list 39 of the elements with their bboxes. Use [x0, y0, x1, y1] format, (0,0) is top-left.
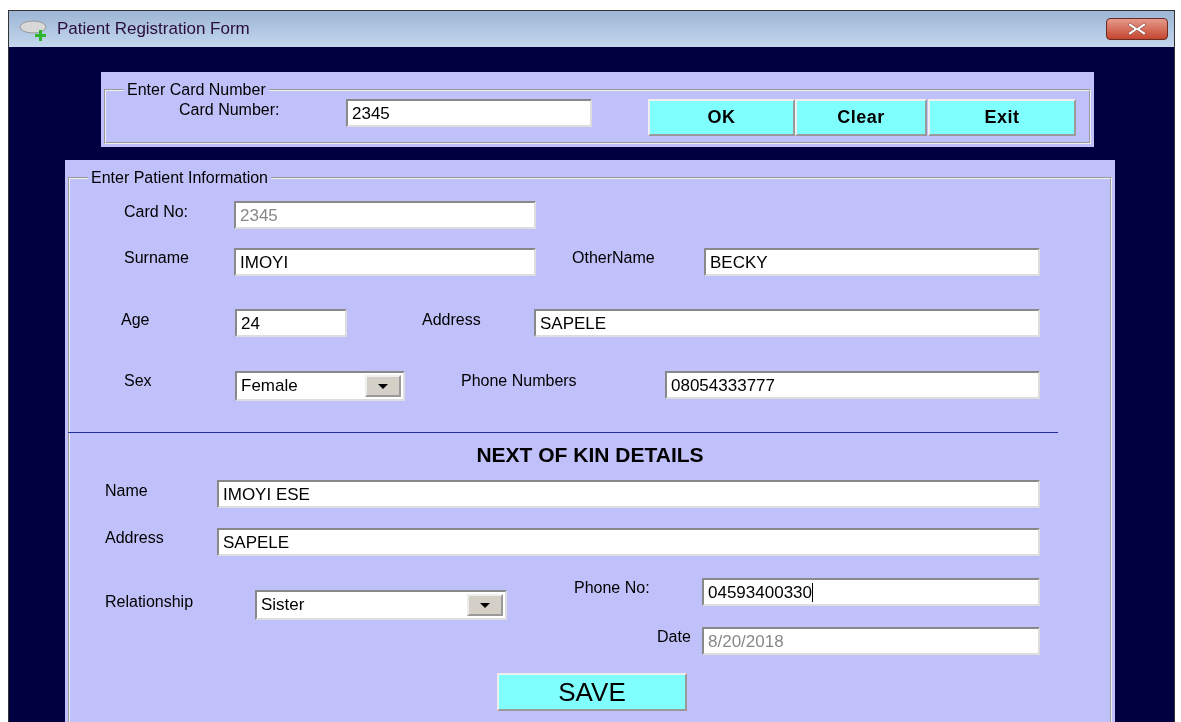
- text-field[interactable]: SAPELE: [217, 528, 1040, 556]
- text-field[interactable]: 2345: [346, 99, 592, 127]
- field-label: Date: [657, 628, 691, 646]
- caret-icon: [480, 602, 490, 608]
- dropdown-field[interactable]: Sister: [255, 590, 507, 620]
- dialog-button[interactable]: OK: [648, 99, 795, 136]
- field-label: Card Number:: [179, 101, 280, 119]
- field-label: Phone No:: [574, 579, 650, 597]
- text-field[interactable]: 04593400330: [702, 578, 1040, 606]
- dialog-button[interactable]: Clear: [795, 99, 927, 136]
- text-field[interactable]: SAPELE: [534, 309, 1040, 337]
- dropdown-field[interactable]: Female: [235, 371, 405, 401]
- app-icon: [19, 17, 47, 41]
- dropdown-value: Sister: [261, 595, 305, 615]
- text-field[interactable]: IMOYI: [234, 248, 536, 276]
- save-button[interactable]: SAVE: [497, 673, 687, 711]
- field-label: OtherName: [572, 249, 655, 267]
- close-icon: [1128, 21, 1146, 37]
- section-heading: NEXT OF KIN DETAILS: [476, 443, 704, 467]
- field-label: Address: [422, 311, 481, 329]
- text-field[interactable]: BECKY: [704, 248, 1040, 276]
- field-label: Surname: [124, 249, 189, 267]
- field-label: Name: [105, 482, 148, 500]
- text-field[interactable]: 08054333777: [665, 371, 1040, 399]
- field-label: Phone Numbers: [461, 372, 577, 390]
- field-label: Sex: [124, 372, 152, 390]
- field-label: Card No:: [124, 203, 189, 221]
- dropdown-value: Female: [241, 376, 298, 396]
- field-label: Address: [105, 529, 164, 547]
- dialog-button[interactable]: Exit: [928, 99, 1076, 136]
- field-label: Age: [121, 311, 150, 329]
- text-field[interactable]: IMOYI ESE: [217, 480, 1040, 508]
- window-title: Patient Registration Form: [57, 19, 251, 39]
- field-label: Relationship: [105, 593, 194, 611]
- text-field[interactable]: 24: [235, 309, 347, 337]
- dropdown-button[interactable]: [365, 375, 401, 397]
- close-button[interactable]: [1106, 18, 1168, 40]
- dropdown-button[interactable]: [467, 594, 503, 616]
- caret-icon: [378, 383, 388, 389]
